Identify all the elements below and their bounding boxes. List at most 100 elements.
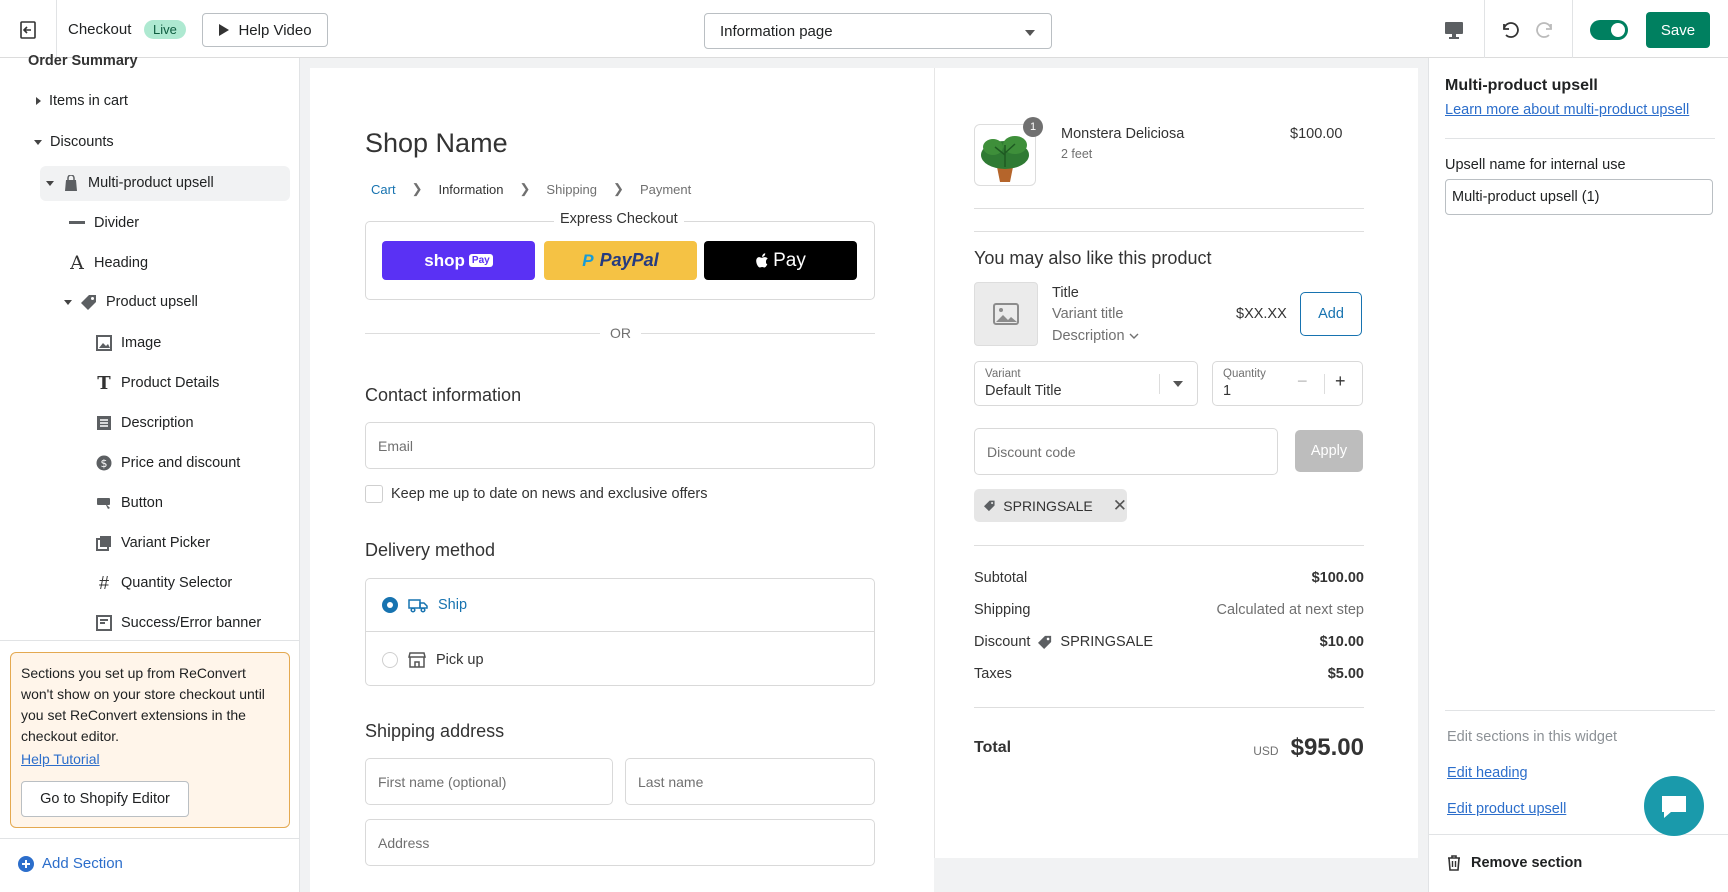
delivery-option-pickup[interactable]: Pick up xyxy=(366,633,874,686)
help-video-button[interactable]: Help Video xyxy=(202,13,328,47)
close-icon[interactable]: ✕ xyxy=(1113,496,1127,516)
caret-down-icon xyxy=(1025,30,1035,36)
shipping-address-heading: Shipping address xyxy=(365,721,505,741)
tag-icon xyxy=(1038,635,1052,649)
breadcrumb-shipping: Shipping xyxy=(546,181,598,197)
edit-product-upsell-link[interactable]: Edit product upsell xyxy=(1447,801,1566,817)
divider xyxy=(1484,0,1485,58)
tree-item-items-in-cart[interactable]: Items in cart xyxy=(36,93,128,109)
panel-heading: Multi-product upsell xyxy=(1445,77,1598,94)
tree-item-multi-product-upsell[interactable]: Multi-product upsell xyxy=(46,174,214,192)
add-button[interactable]: Add xyxy=(1300,292,1362,336)
express-checkout-title: Express Checkout xyxy=(554,211,684,227)
dollar-icon: $ xyxy=(95,454,113,472)
tree-item-discounts[interactable]: Discounts xyxy=(34,134,114,150)
tree-item-label: Quantity Selector xyxy=(121,575,233,591)
upsell-name-input[interactable]: Multi-product upsell (1) xyxy=(1445,179,1713,215)
chat-icon[interactable] xyxy=(1644,776,1704,836)
learn-more-link[interactable]: Learn more about multi-product upsell xyxy=(1445,102,1689,118)
quantity-stepper[interactable]: Quantity 1 − + xyxy=(1212,361,1363,406)
tree-item-label: Heading xyxy=(94,255,149,271)
undo-icon[interactable] xyxy=(1496,17,1522,43)
tree-item-quantity-selector[interactable]: # Quantity Selector xyxy=(95,573,233,593)
redo-icon[interactable] xyxy=(1533,17,1559,43)
chevron-right-icon: ❯ xyxy=(613,181,624,196)
last-name-field[interactable]: Last name xyxy=(625,758,875,805)
currency-code: USD xyxy=(1253,744,1279,758)
live-toggle[interactable] xyxy=(1590,20,1628,40)
radio-selected[interactable] xyxy=(382,597,398,613)
apple-pay-button[interactable]: Pay xyxy=(704,241,857,280)
radio-unselected[interactable] xyxy=(382,651,398,668)
upsell-name-label: Upsell name for internal use xyxy=(1445,157,1626,173)
edit-heading-link[interactable]: Edit heading xyxy=(1447,765,1528,781)
tree-item-label: Product Details xyxy=(121,375,220,391)
delivery-method-group: Ship Pick up xyxy=(365,578,875,686)
tree-item-divider[interactable]: Divider xyxy=(68,214,139,232)
tree-item-price-and-discount[interactable]: $ Price and discount xyxy=(95,454,240,472)
contact-heading: Contact information xyxy=(365,385,522,405)
discount-chip-label: SPRINGSALE xyxy=(1003,497,1093,514)
breadcrumb-cart[interactable]: Cart xyxy=(371,182,396,197)
caret-down-icon xyxy=(1173,381,1183,387)
address-field[interactable]: Address xyxy=(365,819,875,866)
minus-icon[interactable]: − xyxy=(1297,371,1308,392)
tree-item-label: Divider xyxy=(94,215,140,231)
paypal-label: PayPal xyxy=(599,250,659,270)
shopping-bag-icon xyxy=(62,174,80,192)
tree-item-heading[interactable]: A Heading xyxy=(68,252,149,274)
variant-select[interactable]: Variant Default Title xyxy=(974,361,1198,406)
tree-item-product-details[interactable]: T Product Details xyxy=(95,373,220,394)
heading-icon: A xyxy=(70,252,84,274)
discount-code-field[interactable]: Discount code xyxy=(974,428,1278,475)
tree-item-variant-picker[interactable]: Variant Picker xyxy=(95,534,210,552)
help-video-label: Help Video xyxy=(238,21,312,39)
last-name-placeholder: Last name xyxy=(638,773,704,790)
divider xyxy=(1324,374,1325,394)
tree-item-description[interactable]: Description xyxy=(95,414,194,432)
tag-icon xyxy=(984,500,995,512)
page-select-value: Information page xyxy=(720,23,833,40)
add-section-button[interactable]: Add Section xyxy=(18,855,123,872)
apply-button[interactable]: Apply xyxy=(1295,430,1363,472)
tree-item-label: Button xyxy=(121,495,163,511)
remove-section-button[interactable]: Remove section xyxy=(1447,855,1582,871)
pickup-label: Pick up xyxy=(436,651,484,668)
go-to-shopify-editor-button[interactable]: Go to Shopify Editor xyxy=(21,781,189,817)
email-field[interactable]: Email xyxy=(365,422,875,469)
delivery-option-ship[interactable]: Ship xyxy=(366,579,874,632)
shop-pay-button[interactable]: shop Pay xyxy=(382,241,535,280)
product-price: $100.00 xyxy=(1290,126,1343,142)
paypal-button[interactable]: P PayPal xyxy=(544,241,697,280)
tree-item-button[interactable]: Button xyxy=(95,494,163,512)
notice-text: Sections you set up from ReConvert won't… xyxy=(21,665,265,744)
help-tutorial-link[interactable]: Help Tutorial xyxy=(21,749,279,770)
save-button[interactable]: Save xyxy=(1646,12,1710,48)
upsell-variant: Variant title xyxy=(1052,306,1124,322)
first-name-field[interactable]: First name (optional) xyxy=(365,758,613,805)
image-placeholder-icon xyxy=(974,282,1038,346)
apple-pay-label: Pay xyxy=(773,249,806,271)
tree-item-label: Discounts xyxy=(50,134,114,150)
product-name: Monstera Deliciosa xyxy=(1061,126,1185,142)
variant-label: Variant xyxy=(985,368,1021,380)
plus-icon[interactable]: + xyxy=(1335,371,1346,392)
caret-down-icon xyxy=(46,180,54,186)
exit-icon[interactable] xyxy=(16,18,40,42)
divider xyxy=(1572,0,1573,58)
subtotal-row: Subtotal $100.00 xyxy=(974,570,1364,586)
tree-item-label: Description xyxy=(121,415,194,431)
tree-item-success-error-banner[interactable]: Success/Error banner xyxy=(95,614,261,632)
tree-item-label: Price and discount xyxy=(121,455,241,471)
desktop-preview-icon[interactable] xyxy=(1441,17,1467,43)
page-select[interactable]: Information page xyxy=(704,13,1052,49)
newsletter-checkbox[interactable] xyxy=(365,485,383,503)
discount-row: Discount SPRINGSALE $10.00 xyxy=(974,634,1364,650)
tree-item-image[interactable]: Image xyxy=(95,334,161,352)
address-placeholder: Address xyxy=(378,834,430,851)
divider xyxy=(0,838,300,839)
upsell-description-toggle[interactable]: Description xyxy=(1052,328,1139,344)
tree-item-product-upsell[interactable]: Product upsell xyxy=(64,293,198,311)
divider xyxy=(1445,710,1715,711)
caret-down-icon xyxy=(64,299,72,305)
